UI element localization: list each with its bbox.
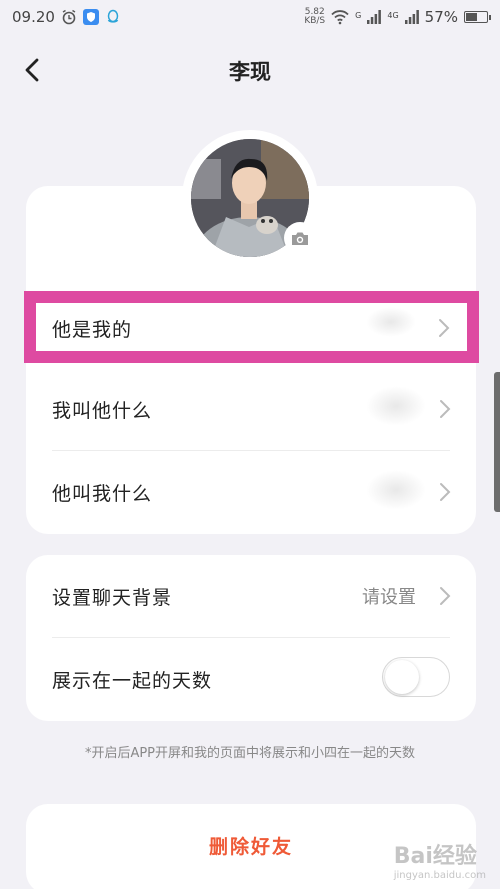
signal-1-label: G: [355, 11, 362, 20]
signal-2-label: 4G: [387, 11, 399, 20]
chevron-right-icon: [440, 587, 451, 605]
qq-penguin-icon: [107, 9, 119, 23]
alarm-icon: [62, 9, 76, 25]
battery-icon: [464, 11, 491, 23]
chevron-right-icon: [440, 400, 451, 418]
row-label: 设置聊天背景: [52, 586, 173, 609]
watermark-logo: Bai经验 jingyan.baidu.com: [394, 838, 486, 881]
settings-card: 设置聊天背景 请设置 展示在一起的天数: [26, 555, 476, 721]
wifi-icon: [331, 10, 349, 25]
side-handle[interactable]: [494, 372, 500, 512]
row-chat-background[interactable]: 设置聊天背景 请设置: [26, 555, 476, 637]
row-label: 他叫我什么: [52, 482, 153, 505]
status-bar: 09.20 5.82 KB/S G 4G 57%: [0, 0, 500, 34]
row-label: 他是我的: [52, 319, 133, 341]
status-time: 09.20: [12, 8, 55, 26]
battery-percent: 57%: [424, 8, 458, 26]
footnote: *开启后APP开屏和我的页面中将展示和小四在一起的天数: [84, 746, 416, 761]
row-label: 我叫他什么: [52, 399, 153, 422]
chevron-right-icon: [439, 319, 450, 337]
signal-bars-icon-2: [404, 10, 419, 24]
change-avatar-button[interactable]: [284, 222, 316, 254]
page-title: 李现: [229, 60, 271, 84]
battery-fill: [466, 13, 477, 21]
chevron-right-icon: [440, 483, 451, 501]
watermark-sub: jingyan.baidu.com: [393, 870, 486, 881]
net-speed-unit: KB/S: [304, 16, 326, 26]
row-value: 请设置: [362, 587, 416, 608]
days-together-toggle[interactable]: [382, 657, 450, 697]
camera-icon: [292, 232, 308, 245]
toggle-knob: [385, 660, 419, 694]
shield-app-icon: [82, 9, 99, 25]
row-what-he-calls-me[interactable]: 他叫我什么: [26, 451, 476, 533]
watermark-text: Bai经验: [393, 844, 477, 869]
row-what-i-call-him[interactable]: 我叫他什么: [26, 368, 476, 450]
row-label: 展示在一起的天数: [52, 669, 213, 692]
header: 李现: [0, 46, 500, 92]
net-speed: 5.82 KB/S: [304, 8, 325, 26]
row-he-is-my-highlighted[interactable]: 他是我的: [24, 291, 479, 363]
signal-bars-icon: [367, 10, 382, 24]
